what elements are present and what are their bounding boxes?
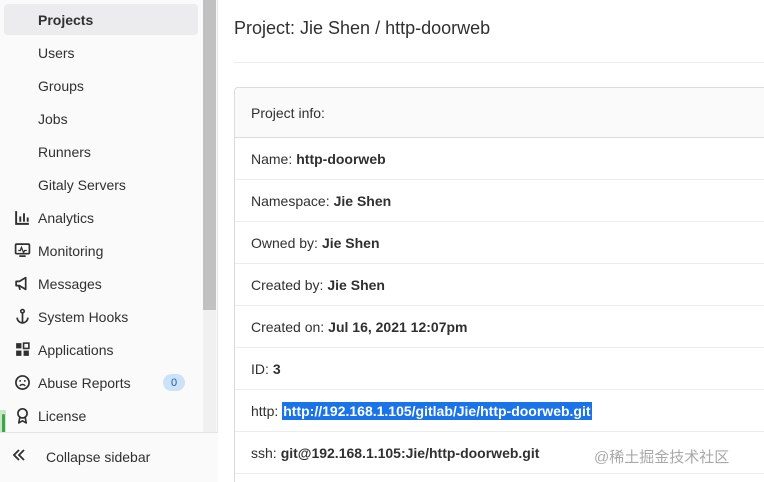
info-row-http: http: http://192.168.1.105/gitlab/Jie/ht…	[235, 390, 764, 432]
sidebar-item-projects[interactable]: Projects	[4, 4, 198, 35]
owner-link[interactable]: Jie Shen	[322, 235, 380, 251]
grid-icon	[13, 341, 31, 359]
row-label: Namespace:	[251, 192, 330, 209]
sidebar-item-label: Projects	[38, 11, 94, 28]
scrollbar-thumb[interactable]	[203, 0, 216, 310]
sidebar-item-label: Gitaly Servers	[38, 176, 126, 193]
sidebar-scrollbar[interactable]	[203, 0, 216, 432]
row-label: http:	[251, 402, 279, 419]
row-label: Created on:	[251, 318, 325, 335]
sidebar-item-groups[interactable]: Groups	[4, 70, 198, 101]
row-label: ssh:	[251, 444, 277, 461]
sidebar-item-jobs[interactable]: Jobs	[4, 103, 198, 134]
sidebar-item-label: Groups	[38, 77, 84, 94]
sidebar-item-system-hooks[interactable]: System Hooks	[4, 301, 198, 332]
sidebar-item-gitaly-servers[interactable]: Gitaly Servers	[4, 169, 198, 200]
row-value: http-doorweb	[296, 150, 386, 167]
watermark: @稀土掘金技术社区	[594, 449, 730, 466]
card-header: Project info:	[235, 88, 764, 138]
info-row-namespace: Namespace: Jie Shen	[235, 180, 764, 222]
sidebar-item-monitoring[interactable]: Monitoring	[4, 235, 198, 266]
creator-link[interactable]: Jie Shen	[327, 277, 385, 293]
sidebar-item-messages[interactable]: Messages	[4, 268, 198, 299]
ribbon-icon	[13, 407, 31, 425]
anchor-icon	[13, 308, 31, 326]
page-title: Project: Jie Shen / http-doorweb	[234, 18, 491, 38]
chart-icon	[13, 209, 31, 227]
megaphone-icon	[13, 275, 31, 293]
collapse-sidebar-button[interactable]: Collapse sidebar	[0, 432, 218, 482]
sidebar-item-label: System Hooks	[38, 308, 129, 325]
info-row-id: ID: 3	[235, 348, 764, 390]
monitor-icon	[13, 242, 31, 260]
sidebar-item-label: License	[38, 407, 87, 424]
row-label: ID:	[251, 360, 269, 377]
http-clone-url[interactable]: http://192.168.1.105/gitlab/Jie/http-doo…	[282, 401, 592, 420]
sidebar-item-label: Runners	[38, 143, 91, 160]
double-chevron-left-icon	[12, 447, 26, 465]
sidebar-item-abuse-reports[interactable]: Abuse Reports 0	[4, 367, 198, 398]
face-icon	[13, 374, 31, 392]
info-row-created-by: Created by: Jie Shen	[235, 264, 764, 306]
sidebar: Projects Users Groups Jobs Runners Gital…	[0, 0, 218, 482]
main-content: Project: Jie Shen / http-doorweb Project…	[218, 0, 764, 482]
info-row-owned-by: Owned by: Jie Shen	[235, 222, 764, 264]
sidebar-item-runners[interactable]: Runners	[4, 136, 198, 167]
sidebar-item-label: Users	[38, 44, 75, 61]
row-value: Jie Shen	[333, 192, 392, 209]
sidebar-item-license[interactable]: License	[4, 400, 198, 431]
count-badge: 0	[163, 374, 185, 391]
row-label: Owned by:	[251, 234, 318, 251]
row-label: Name:	[251, 150, 293, 167]
row-value: Jul 16, 2021 12:07pm	[328, 318, 468, 335]
sidebar-item-analytics[interactable]: Analytics	[4, 202, 198, 233]
divider	[234, 62, 764, 63]
sidebar-item-label: Monitoring	[38, 242, 104, 259]
info-row-created-on: Created on: Jul 16, 2021 12:07pm	[235, 306, 764, 348]
sidebar-item-label: Analytics	[38, 209, 95, 226]
row-label: Created by:	[251, 276, 324, 293]
collapse-sidebar-label: Collapse sidebar	[46, 449, 151, 465]
project-info-card: Project info: Name: http-doorweb Namespa…	[234, 87, 764, 482]
row-value: 3	[272, 360, 281, 377]
sidebar-item-applications[interactable]: Applications	[4, 334, 198, 365]
sidebar-item-label: Jobs	[38, 110, 68, 127]
sidebar-item-label: Abuse Reports	[38, 374, 131, 391]
info-row-name: Name: http-doorweb	[235, 138, 764, 180]
sidebar-item-label: Messages	[38, 275, 102, 292]
sidebar-item-users[interactable]: Users	[4, 37, 198, 68]
ssh-clone-url[interactable]: git@192.168.1.105:Jie/http-doorweb.git	[281, 445, 540, 461]
sidebar-nav: Projects Users Groups Jobs Runners Gital…	[0, 0, 202, 432]
sidebar-item-label: Applications	[38, 341, 114, 358]
